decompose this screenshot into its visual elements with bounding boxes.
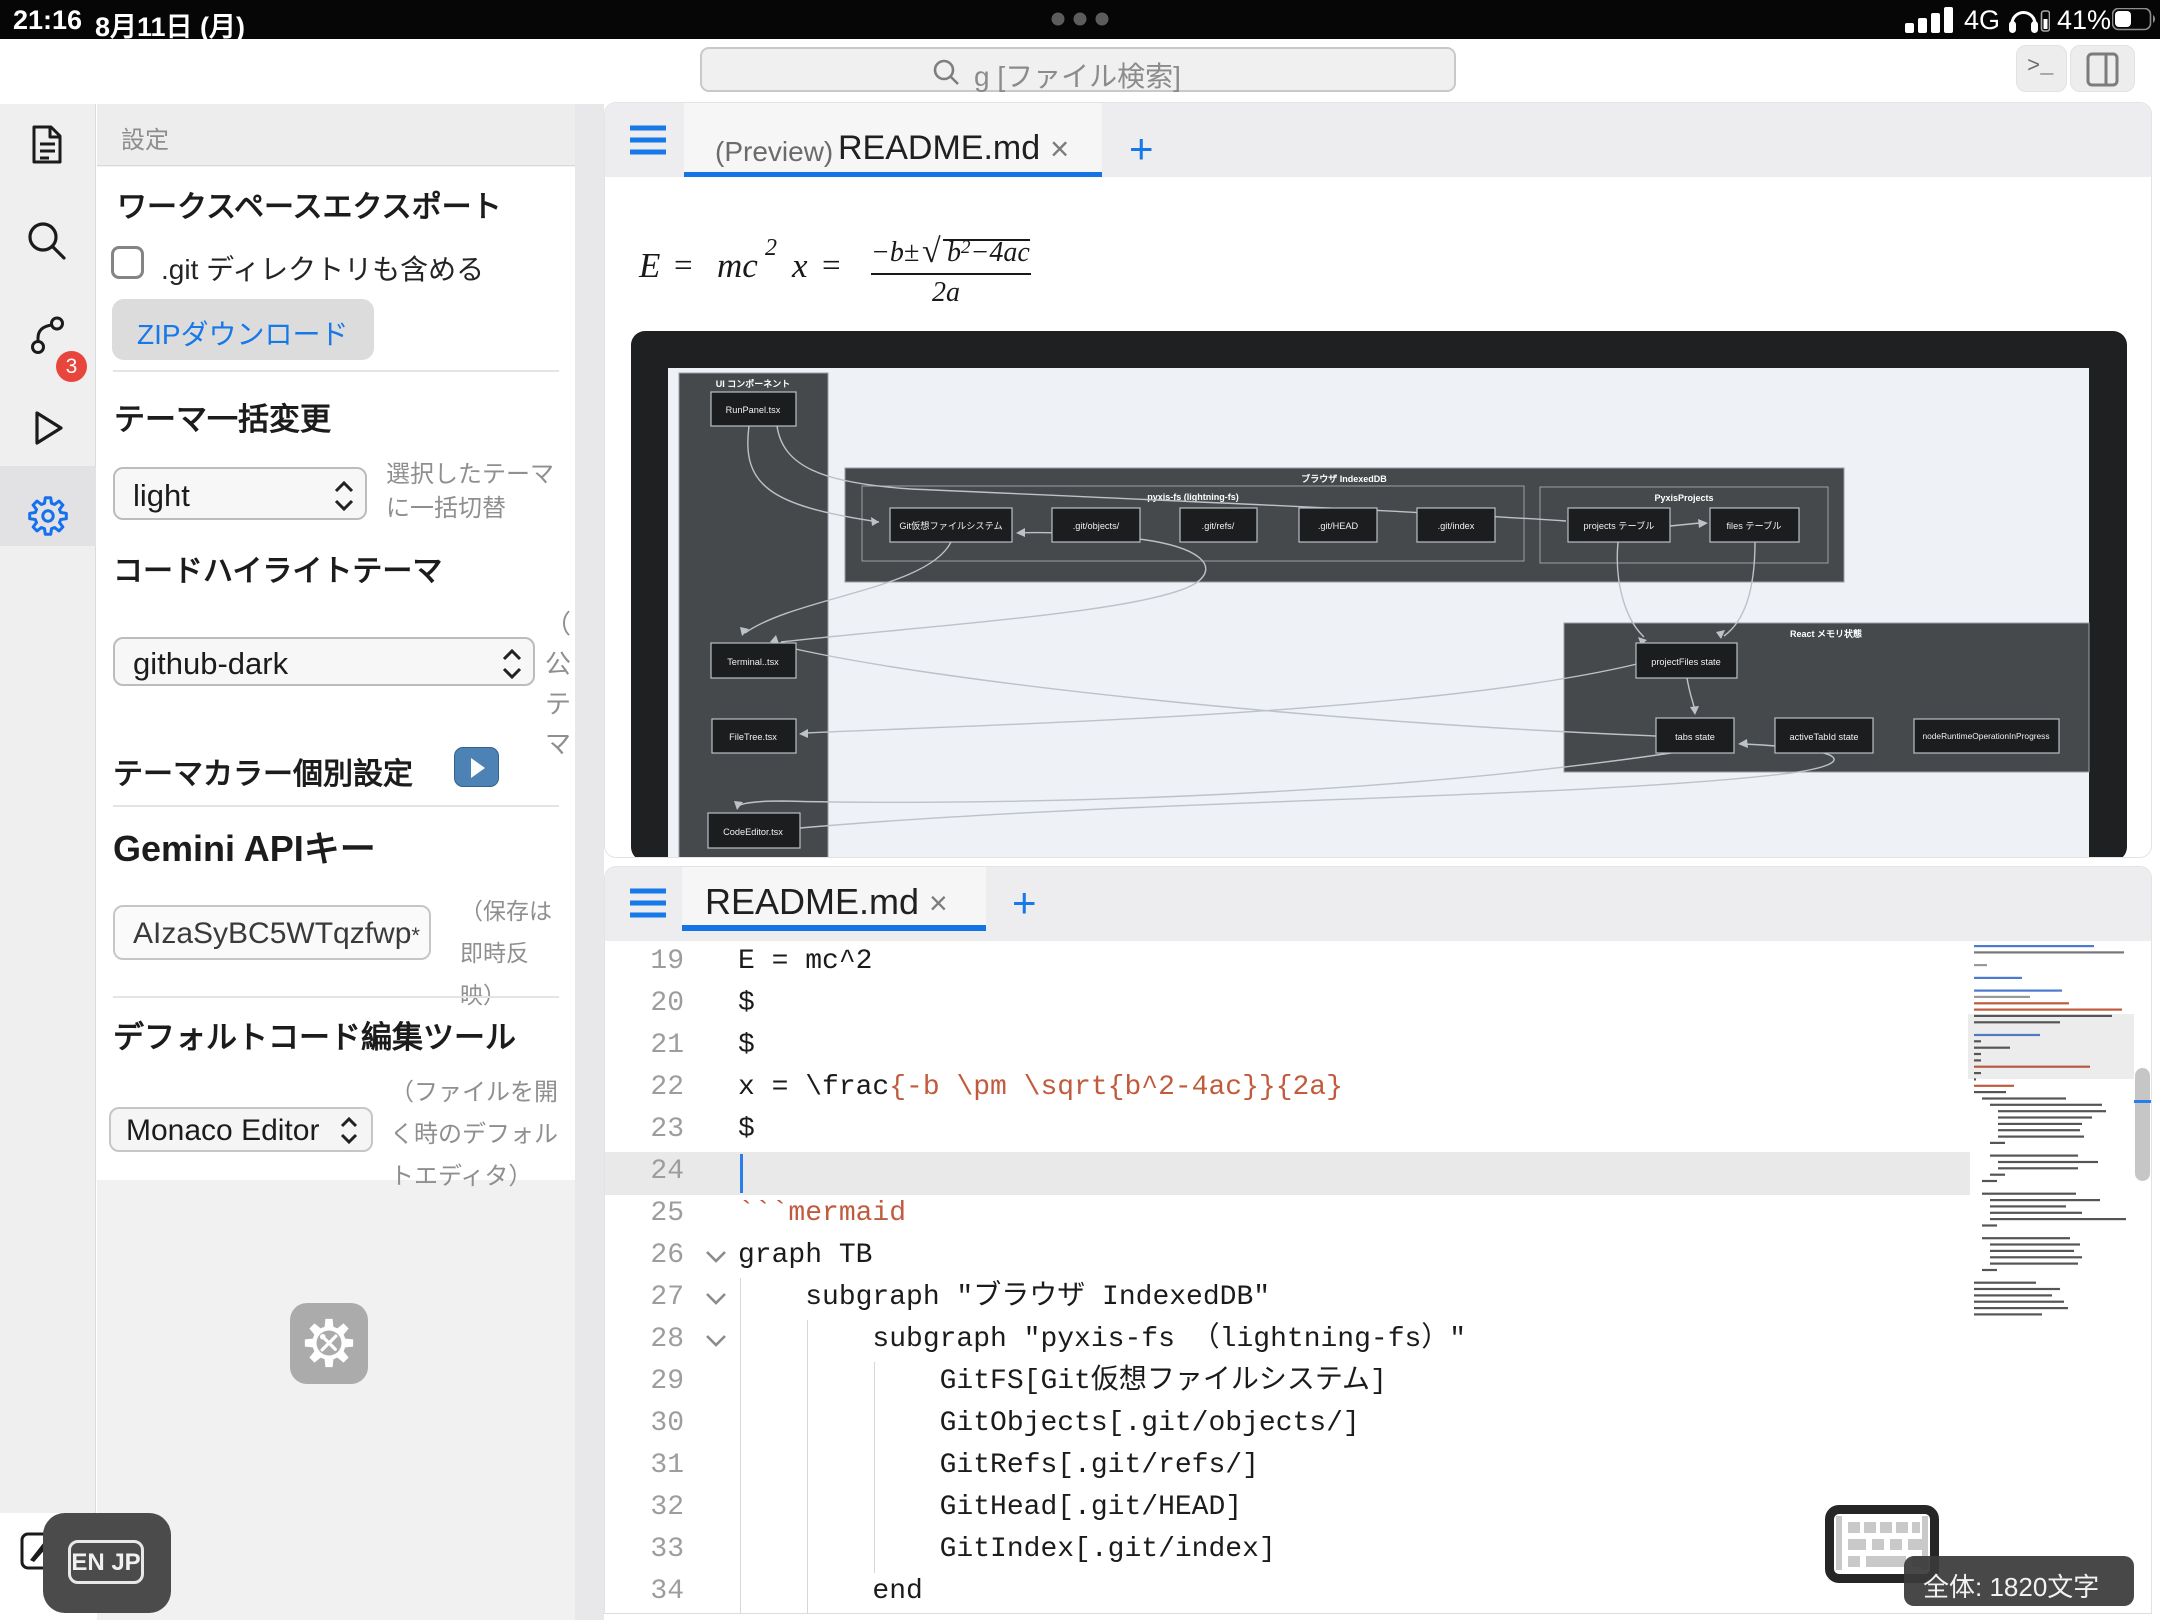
svg-text:.git/objects/: .git/objects/ (1073, 521, 1120, 531)
svg-text:.git/HEAD: .git/HEAD (1318, 521, 1359, 531)
svg-text:Git仮想ファイルシステム: Git仮想ファイルシステム (899, 520, 1002, 531)
svg-text:UI コンポーネント: UI コンポーネント (716, 378, 791, 389)
svg-text:.git/index: .git/index (1438, 521, 1475, 531)
svg-text:projectFiles state: projectFiles state (1651, 657, 1720, 667)
svg-text:PyxisProjects: PyxisProjects (1654, 493, 1713, 503)
svg-text:.git/refs/: .git/refs/ (1202, 521, 1235, 531)
svg-text:projects テーブル: projects テーブル (1584, 520, 1655, 531)
svg-text:FileTree.tsx: FileTree.tsx (729, 732, 777, 742)
svg-text:tabs state: tabs state (1675, 732, 1715, 742)
svg-text:nodeRuntimeOperationInProgress: nodeRuntimeOperationInProgress (1922, 731, 2049, 741)
svg-text:activeTabId state: activeTabId state (1790, 732, 1859, 742)
svg-text:RunPanel.tsx: RunPanel.tsx (726, 405, 781, 415)
svg-text:React メモリ状態: React メモリ状態 (1790, 628, 1862, 639)
svg-text:Terminal..tsx: Terminal..tsx (727, 657, 779, 667)
svg-text:files テーブル: files テーブル (1726, 520, 1781, 531)
svg-text:CodeEditor.tsx: CodeEditor.tsx (723, 827, 783, 837)
svg-text:ブラウザ IndexedDB: ブラウザ IndexedDB (1301, 473, 1387, 484)
